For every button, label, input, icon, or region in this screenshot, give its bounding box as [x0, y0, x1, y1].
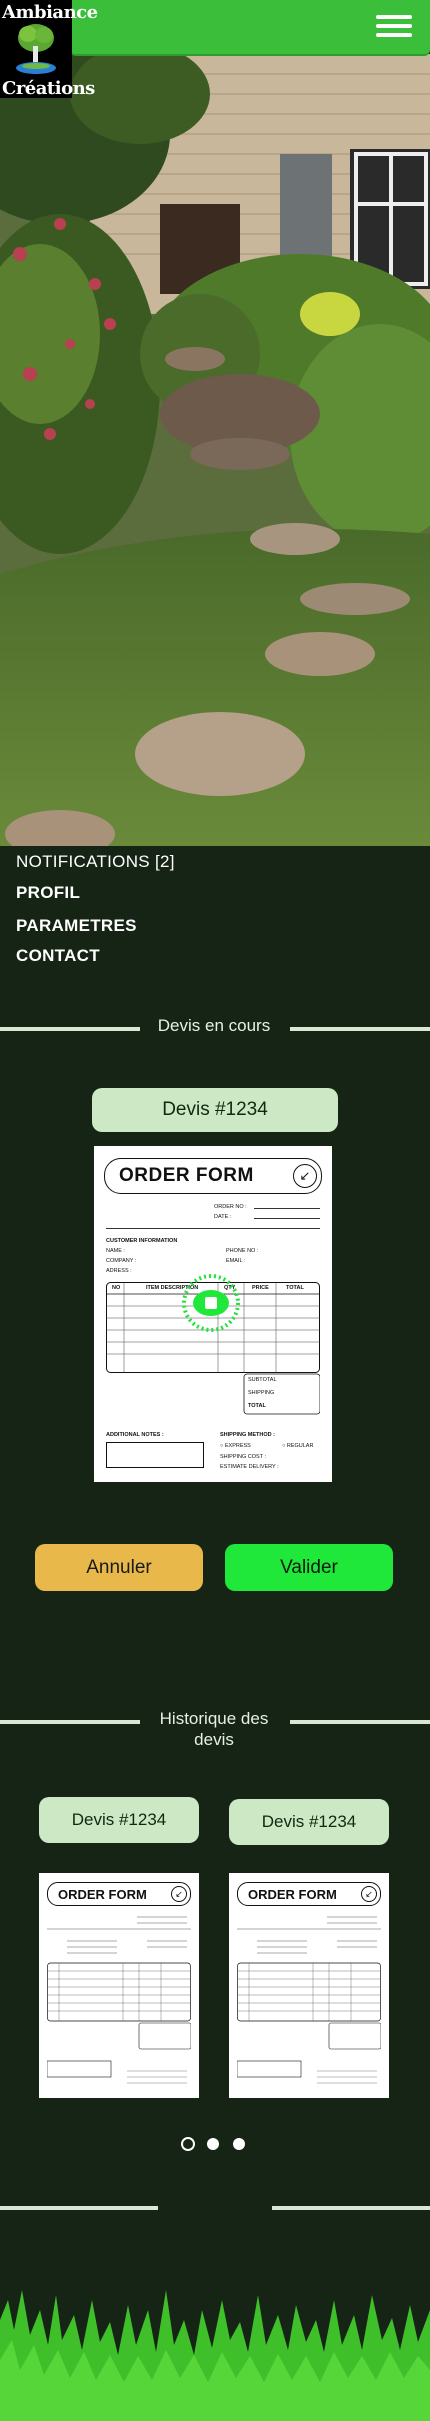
footer-divider-left	[0, 2206, 158, 2210]
history-divider-left	[0, 1720, 140, 1724]
form-body-lines	[237, 1916, 381, 2084]
validate-button[interactable]: Valider	[225, 1544, 393, 1591]
history-title-line1: Historique des	[159, 1709, 269, 1728]
section-divider-left	[0, 1027, 140, 1031]
tree-logo-icon	[16, 24, 56, 74]
current-quote-label[interactable]: Devis #1234	[92, 1088, 338, 1132]
section-divider-right	[290, 1027, 430, 1031]
brand-name-line1: Ambiance	[2, 2, 98, 23]
form-title-small: ORDER FORM	[248, 1887, 337, 1902]
form-estimate: ESTIMATE DELIVERY :	[220, 1464, 279, 1470]
current-quote-document[interactable]: ORDER FORM ↙ ORDER NO : DATE : CUSTOMER …	[94, 1146, 332, 1482]
history-quote-label-2[interactable]: Devis #1234	[229, 1799, 389, 1845]
history-quote-document-2[interactable]: ORDER FORM ↙	[229, 1873, 389, 2098]
form-express: EXPRESS	[224, 1443, 251, 1449]
form-customer-info: CUSTOMER INFORMATION	[106, 1238, 178, 1244]
section-title-current: Devis en cours	[157, 1016, 271, 1035]
form-title-small: ORDER FORM	[58, 1887, 147, 1902]
form-title-box: ORDER FORM ↙	[104, 1158, 322, 1194]
arrow-down-left-icon: ↙	[171, 1886, 187, 1902]
form-notes: ADDITIONAL NOTES :	[106, 1432, 164, 1438]
view-document-icon[interactable]	[180, 1272, 242, 1334]
form-col-no: NO	[112, 1285, 121, 1291]
form-name: NAME :	[106, 1248, 125, 1254]
form-order-no: ORDER NO :	[214, 1204, 247, 1210]
form-shipping-cost: SHIPPING COST :	[220, 1454, 267, 1460]
history-quote-document-1[interactable]: ORDER FORM ↙	[39, 1873, 199, 2098]
brand-name-line2: Créations	[2, 78, 95, 99]
footer-divider-right	[272, 2206, 430, 2210]
arrow-down-left-icon: ↙	[361, 1886, 377, 1902]
cancel-button[interactable]: Annuler	[35, 1544, 203, 1591]
hero-garden-image	[0, 54, 430, 846]
history-divider-right	[290, 1720, 430, 1724]
history-title-line2: devis	[194, 1730, 234, 1749]
section-title-history: Historique des devis	[140, 1708, 288, 1750]
menu-parametres[interactable]: PARAMETRES	[16, 916, 137, 936]
form-col-price: PRICE	[252, 1285, 269, 1291]
pager-dot-2[interactable]	[207, 2138, 219, 2150]
form-total: TOTAL	[248, 1403, 266, 1409]
brand-logo[interactable]: Ambiance Créations	[0, 0, 98, 99]
menu-notifications[interactable]: NOTIFICATIONS [2]	[16, 852, 175, 872]
form-shipping: SHIPPING	[248, 1390, 275, 1396]
form-phone: PHONE NO :	[226, 1248, 259, 1254]
pager-dot-3[interactable]	[233, 2138, 245, 2150]
form-body-lines	[47, 1916, 191, 2084]
form-subtotal: SUBTOTAL	[248, 1377, 277, 1383]
history-quote-label-1[interactable]: Devis #1234	[39, 1797, 199, 1843]
form-adress: ADRESS :	[106, 1268, 132, 1274]
form-regular: REGULAR	[286, 1443, 314, 1449]
form-shipping-method: SHIPPING METHOD :	[220, 1432, 276, 1438]
arrow-down-left-icon: ↙	[293, 1164, 317, 1188]
form-date: DATE :	[214, 1214, 232, 1220]
form-col-total: TOTAL	[286, 1285, 304, 1291]
grass-footer-image	[0, 2290, 430, 2421]
menu-profil[interactable]: PROFIL	[16, 883, 80, 903]
pager-dot-1[interactable]	[181, 2137, 195, 2151]
hamburger-menu-icon[interactable]	[376, 10, 412, 42]
menu-contact[interactable]: CONTACT	[16, 946, 100, 966]
form-title: ORDER FORM	[119, 1165, 254, 1186]
form-company: COMPANY :	[106, 1258, 137, 1264]
form-email: EMAIL :	[226, 1258, 246, 1264]
